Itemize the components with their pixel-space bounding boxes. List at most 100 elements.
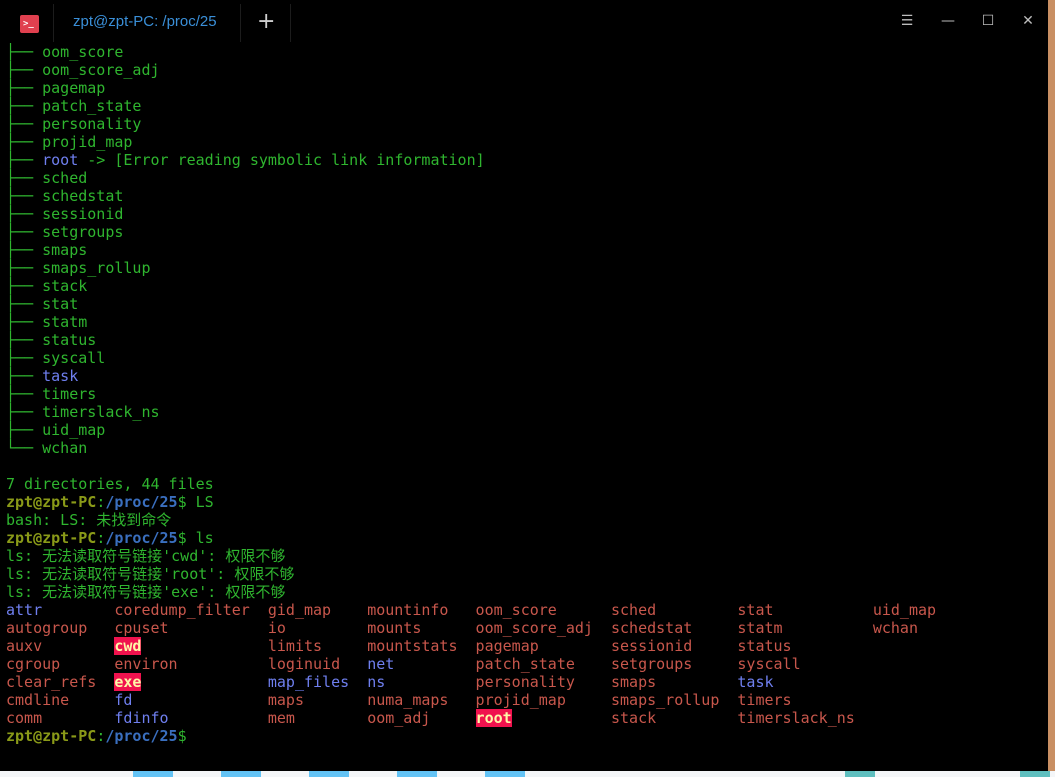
terminal-line: ├── uid_map — [6, 421, 981, 439]
terminal-line: ├── timerslack_ns — [6, 403, 981, 421]
ls-cell: oom_score_adj — [476, 619, 611, 637]
tree-entry: statm — [42, 313, 88, 331]
tab-terminal[interactable]: zpt@zpt-PC: /proc/25 — [73, 13, 217, 30]
ls-cell: mounts — [367, 619, 475, 637]
ls-file: loginuid — [267, 655, 341, 673]
terminal-line: ├── status — [6, 331, 981, 349]
divider — [240, 4, 241, 42]
tree-entry: root — [42, 151, 79, 169]
ls-file: stack — [610, 709, 657, 727]
terminal-line: ├── personality — [6, 115, 981, 133]
ls-file: smaps_rollup — [610, 691, 720, 709]
ls-cell: smaps — [611, 673, 737, 691]
ls-cell: wchan — [873, 619, 981, 637]
ls-directory: map_files — [267, 673, 350, 691]
error-message: bash: LS: 未找到命令 — [6, 511, 172, 529]
tree-branch: └── — [6, 439, 43, 457]
ls-cell: setgroups — [611, 655, 737, 673]
ls-file: schedstat — [610, 619, 693, 637]
terminal-icon: >_ — [20, 15, 39, 33]
tree-entry: timers — [42, 385, 97, 403]
ls-cell: status — [737, 637, 872, 655]
ls-cell: sessionid — [611, 637, 737, 655]
ls-cell: net — [367, 655, 475, 673]
ls-file: uid_map — [872, 601, 937, 619]
terminal-line: autogroup cpuset io mounts oom_score_adj sche… — [6, 619, 981, 637]
ls-cell: mountstats — [367, 637, 475, 655]
tree-entry: projid_map — [42, 133, 133, 151]
tree-branch: ├── — [6, 151, 43, 169]
ls-cell: clear_refs — [6, 673, 114, 691]
tree-entry: oom_score_adj — [42, 61, 160, 79]
ls-file: setgroups — [610, 655, 693, 673]
tree-branch: ├── — [6, 295, 43, 313]
ls-file: environ — [114, 655, 178, 673]
menu-icon[interactable]: ☰ — [897, 13, 917, 29]
ls-file: clear_refs — [6, 673, 97, 691]
ls-cell: oom_score — [476, 601, 611, 619]
ls-file: mem — [267, 709, 295, 727]
tree-branch: ├── — [6, 187, 43, 205]
ls-cell: ns — [367, 673, 475, 691]
tree-entry: timerslack_ns — [42, 403, 160, 421]
tree-entry: smaps — [42, 241, 88, 259]
ls-file: timerslack_ns — [737, 709, 855, 727]
tree-branch: ├── — [6, 43, 43, 61]
prompt-dollar: $ — [177, 727, 187, 745]
terminal-output[interactable]: ├── oom_score ├── oom_score_adj ├── pagema… — [6, 43, 981, 745]
tree-entry: setgroups — [42, 223, 124, 241]
ls-cell: timers — [737, 691, 872, 709]
ls-file: gid_map — [267, 601, 332, 619]
tree-branch: ├── — [6, 349, 43, 367]
ls-cell: loginuid — [268, 655, 367, 673]
close-icon[interactable]: ✕ — [1018, 13, 1038, 29]
tree-branch: ├── — [6, 385, 43, 403]
terminal-line: └── wchan — [6, 439, 981, 457]
ls-cell: cpuset — [114, 619, 268, 637]
ls-file: syscall — [737, 655, 801, 673]
minimize-icon[interactable]: — — [938, 13, 958, 29]
ls-file: oom_adj — [367, 709, 431, 727]
ls-cell: uid_map — [873, 601, 981, 619]
ls-cell: schedstat — [611, 619, 737, 637]
maximize-icon[interactable]: ☐ — [978, 13, 998, 29]
new-tab-button[interactable]: + — [257, 9, 275, 34]
tree-branch: ├── — [6, 367, 43, 385]
ls-cell: comm — [6, 709, 114, 727]
tree-entry: stack — [42, 277, 88, 295]
ls-cell: statm — [737, 619, 872, 637]
ls-cell: numa_maps — [367, 691, 475, 709]
ls-cell: pagemap — [476, 637, 611, 655]
terminal-window: >_ zpt@zpt-PC: /proc/25 + ☰ — ☐ ✕ ├── oo… — [0, 0, 1048, 771]
ls-cell: auxv — [6, 637, 114, 655]
ls-file: cmdline — [6, 691, 70, 709]
ls-broken-link: exe — [114, 673, 142, 691]
ls-broken-link: cwd — [114, 637, 142, 655]
prompt-path: /proc/25 — [105, 493, 178, 511]
terminal-line: ├── timers — [6, 385, 981, 403]
ls-cell: oom_adj — [367, 709, 475, 727]
ls-cell: fd — [114, 691, 268, 709]
prompt-user: zpt@zpt-PC — [6, 529, 97, 547]
ls-cell: personality — [476, 673, 611, 691]
desktop-taskbar-strip — [0, 771, 1055, 777]
ls-file: timers — [737, 691, 792, 709]
terminal-line: zpt@zpt-PC:/proc/25$ ls — [6, 529, 981, 547]
tree-entry: patch_state — [42, 97, 142, 115]
terminal-line: ├── patch_state — [6, 97, 981, 115]
terminal-line: ├── sched — [6, 169, 981, 187]
ls-cell: fdinfo — [114, 709, 268, 727]
ls-file: numa_maps — [367, 691, 449, 709]
ls-file: autogroup — [6, 619, 88, 637]
ls-file: pagemap — [475, 637, 539, 655]
divider — [290, 4, 291, 42]
tree-entry: oom_score — [42, 43, 124, 61]
terminal-line: ├── projid_map — [6, 133, 981, 151]
ls-cell: io — [268, 619, 367, 637]
ls-file: auxv — [6, 637, 43, 655]
tree-entry: smaps_rollup — [42, 259, 151, 277]
command-text: LS — [186, 493, 214, 511]
terminal-line: ls: 无法读取符号链接'cwd': 权限不够 — [6, 547, 981, 565]
prompt-user: zpt@zpt-PC — [6, 493, 97, 511]
divider — [53, 4, 54, 42]
